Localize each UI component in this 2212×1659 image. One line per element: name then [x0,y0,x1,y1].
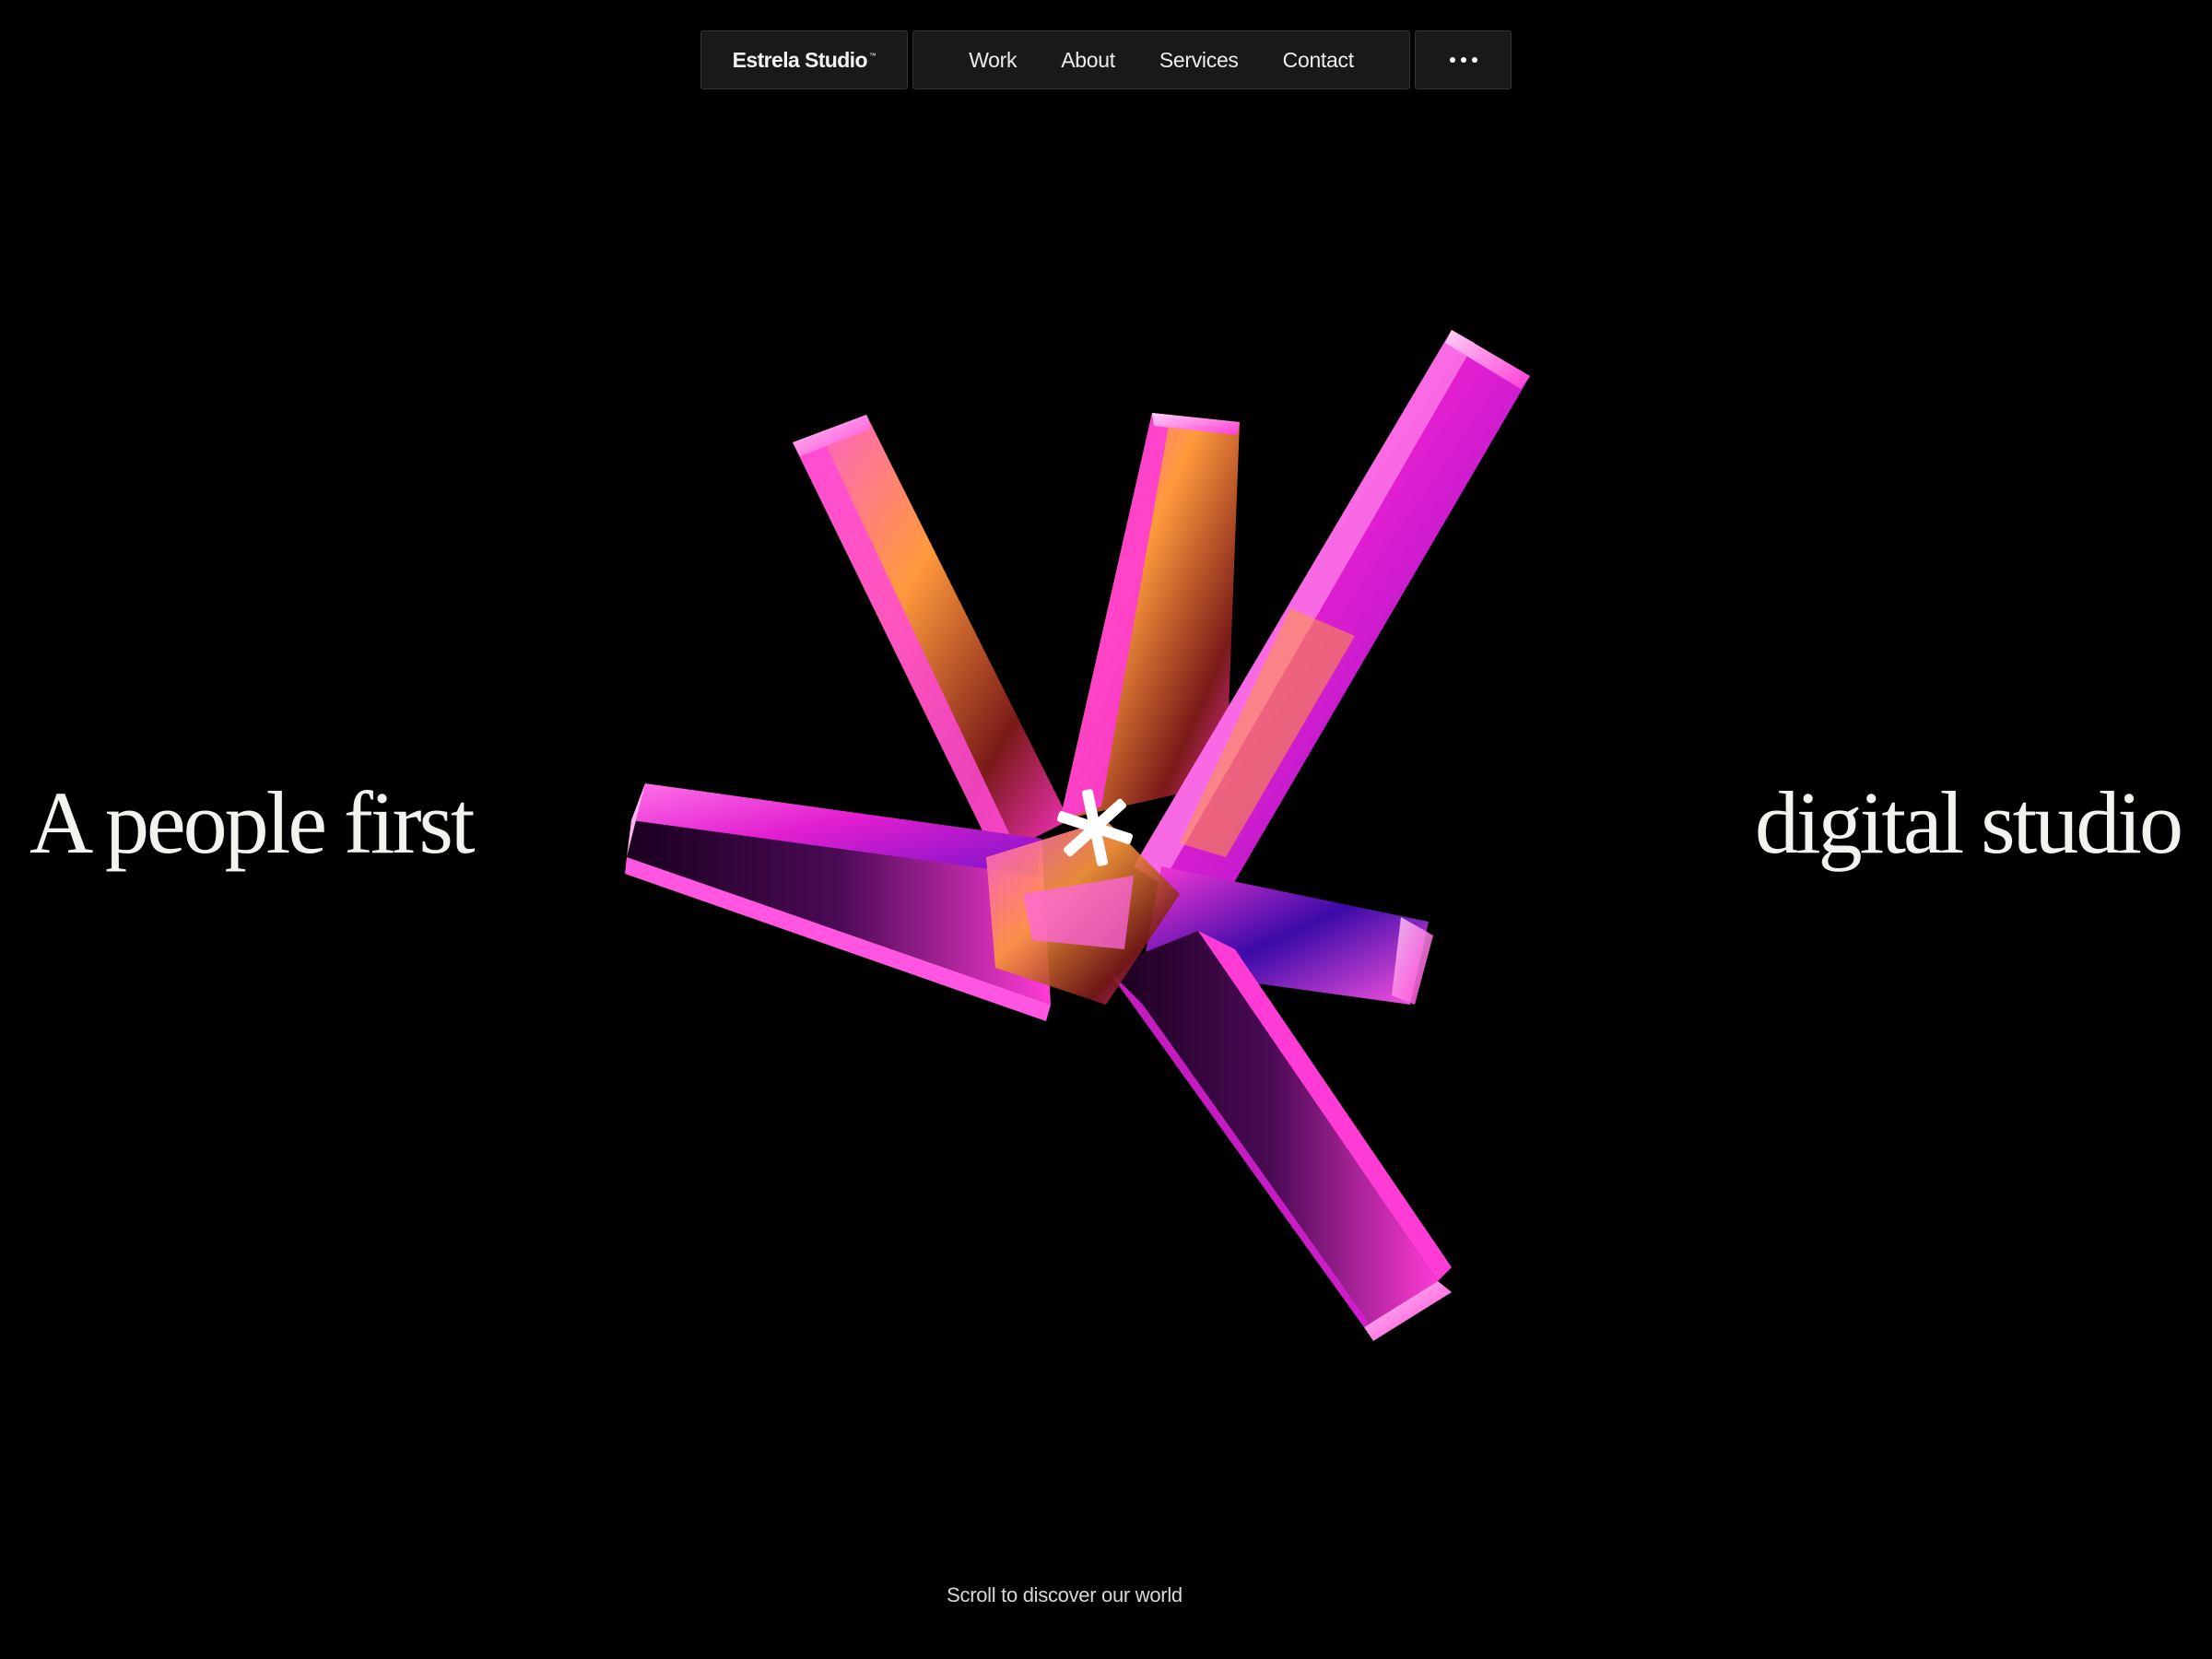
hero-headline-left: A people first [29,773,476,872]
brand-name: Estrela Studio [732,47,868,72]
crystal-star-graphic [625,330,1530,1341]
ellipsis-icon [1449,57,1455,63]
nav-link-services[interactable]: Services [1137,48,1261,73]
nav-link-about[interactable]: About [1039,48,1137,73]
more-menu-button[interactable] [1415,30,1512,89]
top-nav: Estrela Studio ™ Work About Services Cont… [0,30,2212,91]
crystal-arm-upper-left [793,415,1069,857]
brand-logo[interactable]: Estrela Studio ™ [700,30,908,89]
ellipsis-icon-dot [1471,57,1477,63]
ellipsis-icon-dot [1460,57,1466,63]
scroll-hint: Scroll to discover our world [947,1583,1182,1606]
nav-link-contact[interactable]: Contact [1261,48,1376,73]
nav-link-work[interactable]: Work [947,48,1039,73]
trademark-mark: ™ [868,51,877,60]
hero-headline-right: digital studio [1755,773,2183,872]
nav-links: Work About Services Contact [912,30,1410,89]
